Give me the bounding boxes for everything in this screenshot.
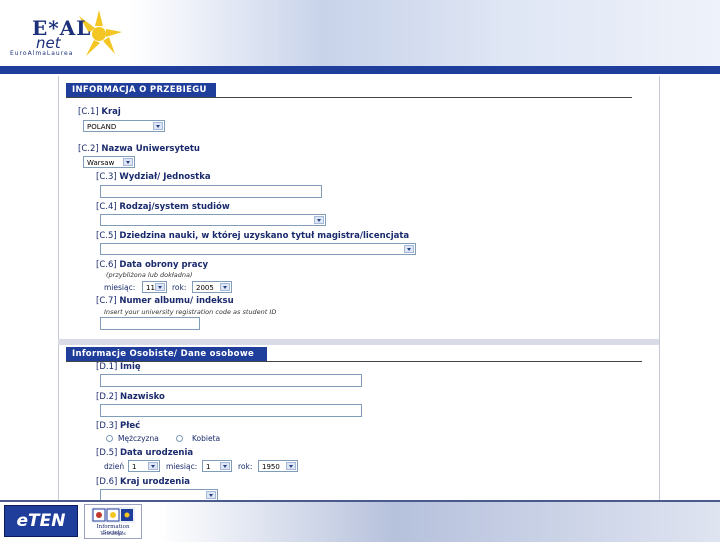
country-select[interactable]: POLAND <box>83 120 165 132</box>
chevron-down-icon <box>148 462 158 470</box>
header-divider-bar <box>0 66 720 74</box>
chevron-down-icon <box>220 462 230 470</box>
header-banner: E*AL net EuroAlmaLaurea <box>0 0 720 68</box>
chevron-down-icon <box>286 462 296 470</box>
chevron-down-icon <box>155 283 165 291</box>
gender-male-radio[interactable] <box>106 435 113 442</box>
student-id-input[interactable] <box>100 317 200 330</box>
chevron-down-icon <box>314 216 324 224</box>
birth-year-select[interactable]: 1950 <box>258 460 298 472</box>
d1-label: [D.1] Imię <box>96 362 141 372</box>
defense-month-select[interactable]: 11 <box>142 281 167 293</box>
chevron-down-icon <box>404 245 414 253</box>
c6-label: [C.6] Data obrony pracy <box>96 260 209 270</box>
gender-female-radio[interactable] <box>176 435 183 442</box>
section-d-title: Informacje Osobiste/ Dane osobowe <box>66 347 267 361</box>
euroalmalaurea-logo: E*AL net EuroAlmaLaurea <box>4 6 122 62</box>
university-select[interactable]: Warsaw <box>83 156 135 168</box>
c6-hint: (przybliżona lub dokładna) <box>106 271 193 279</box>
field-of-science-select[interactable] <box>100 243 416 255</box>
c6-month-label: miesiąc: <box>104 283 136 292</box>
information-society-logo: Information Society Technologies <box>84 504 142 539</box>
c6-year-label: rok: <box>172 283 187 292</box>
birth-day-select[interactable]: 1 <box>128 460 160 472</box>
chevron-down-icon <box>220 283 230 291</box>
logo-tagline: EuroAlmaLaurea <box>10 50 74 57</box>
last-name-input[interactable] <box>100 404 362 417</box>
c2-label: [C.2] Nazwa Uniwersytetu <box>78 144 200 154</box>
d3-label: [D.3] Płeć <box>96 421 141 431</box>
section-d-rule <box>66 361 642 362</box>
chevron-down-icon <box>123 158 133 166</box>
c1-label: [C.1] Kraj <box>78 107 121 117</box>
d5-month-label: miesiąc: <box>166 462 198 471</box>
d5-label: [D.5] Data urodzenia <box>96 448 194 458</box>
chevron-down-icon <box>206 491 216 499</box>
infosoc-subtitle: Technologies <box>100 531 126 536</box>
d6-label: [D.6] Kraj urodzenia <box>96 477 190 487</box>
faculty-input[interactable] <box>100 185 322 198</box>
defense-year-select[interactable]: 2005 <box>192 281 232 293</box>
c7-hint: Insert your university registration code… <box>104 308 277 316</box>
d5-day-label: dzień <box>104 462 125 471</box>
c3-label: [C.3] Wydział/ Jednostka <box>96 172 211 182</box>
birth-month-select[interactable]: 1 <box>202 460 232 472</box>
first-name-input[interactable] <box>100 374 362 387</box>
eu-stars-icon <box>92 508 133 522</box>
section-separator <box>58 339 659 345</box>
c7-label: [C.7] Numer albumu/ indeksu <box>96 296 234 306</box>
section-c-rule <box>66 97 632 98</box>
c4-label: [C.4] Rodzaj/system studiów <box>96 202 230 212</box>
gender-female-label: Kobieta <box>192 434 221 443</box>
chevron-down-icon <box>153 122 163 130</box>
eten-logo: eTEN <box>4 505 78 537</box>
gender-male-label: Mężczyzna <box>118 434 159 443</box>
c5-label: [C.5] Dziedzina nauki, w której uzyskano… <box>96 231 410 241</box>
study-type-select[interactable] <box>100 214 326 226</box>
d5-year-label: rok: <box>238 462 253 471</box>
section-c-title: INFORMACJA O PRZEBIEGU <box>66 83 216 97</box>
eu-flag-icon <box>91 507 135 523</box>
d2-label: [D.2] Nazwisko <box>96 392 165 402</box>
